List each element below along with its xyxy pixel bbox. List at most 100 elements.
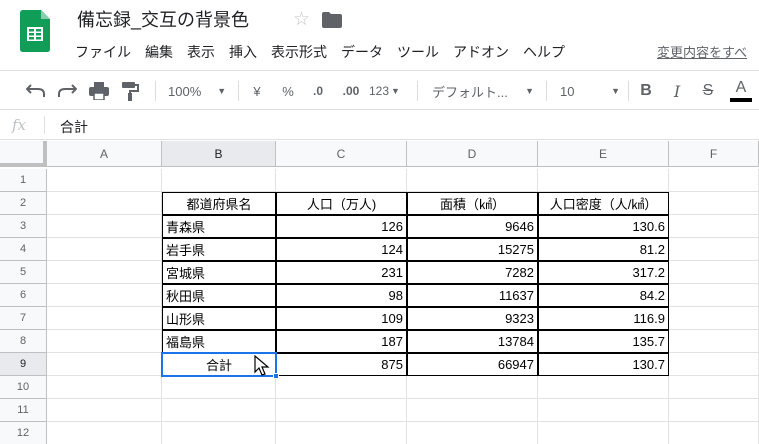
row-header[interactable]: 6: [0, 284, 47, 307]
cell[interactable]: [276, 399, 407, 422]
table-cell[interactable]: 秋田県: [162, 284, 276, 307]
row-header[interactable]: 7: [0, 307, 47, 330]
cell[interactable]: [538, 399, 669, 422]
cell[interactable]: [669, 215, 759, 238]
table-cell[interactable]: 187: [276, 330, 407, 353]
table-header-cell[interactable]: 人口密度（人/㎢）: [538, 192, 669, 215]
cell[interactable]: [669, 330, 759, 353]
folder-icon[interactable]: [322, 12, 342, 28]
cell[interactable]: [47, 238, 162, 261]
menu-item[interactable]: 表示: [180, 40, 222, 64]
table-cell[interactable]: 98: [276, 284, 407, 307]
table-cell[interactable]: 317.2: [538, 261, 669, 284]
cell[interactable]: [47, 169, 162, 192]
menu-item[interactable]: ヘルプ: [516, 40, 572, 64]
decrease-decimal-button[interactable]: .0: [306, 79, 330, 103]
cell[interactable]: [47, 307, 162, 330]
table-cell[interactable]: 116.9: [538, 307, 669, 330]
cell[interactable]: [162, 169, 276, 192]
column-header[interactable]: A: [47, 141, 162, 167]
star-icon[interactable]: ☆: [293, 8, 310, 31]
cell[interactable]: [669, 376, 759, 399]
row-header[interactable]: 5: [0, 261, 47, 284]
cell[interactable]: [669, 169, 759, 192]
table-cell[interactable]: 124: [276, 238, 407, 261]
table-header-cell[interactable]: 都道府県名: [162, 192, 276, 215]
cell[interactable]: [276, 422, 407, 444]
cell[interactable]: [276, 376, 407, 399]
menu-item[interactable]: ファイル: [68, 40, 138, 64]
table-cell[interactable]: 11637: [407, 284, 538, 307]
total-cell[interactable]: 66947: [407, 353, 538, 376]
font-size-select[interactable]: 10 ▼: [560, 79, 620, 103]
cell[interactable]: [669, 353, 759, 376]
table-cell[interactable]: 青森県: [162, 215, 276, 238]
zoom-select[interactable]: 100% ▼: [168, 79, 230, 103]
column-header[interactable]: C: [276, 141, 407, 167]
table-cell[interactable]: 宮城県: [162, 261, 276, 284]
table-header-cell[interactable]: 面積（㎢）: [407, 192, 538, 215]
percent-format-button[interactable]: %: [279, 79, 297, 103]
menu-item[interactable]: 表示形式: [264, 40, 334, 64]
cell[interactable]: [47, 192, 162, 215]
cell[interactable]: [47, 376, 162, 399]
table-cell[interactable]: 135.7: [538, 330, 669, 353]
menu-item[interactable]: 挿入: [222, 40, 264, 64]
table-cell[interactable]: 7282: [407, 261, 538, 284]
table-cell[interactable]: 231: [276, 261, 407, 284]
total-cell[interactable]: 875: [276, 353, 407, 376]
cell[interactable]: [669, 192, 759, 215]
menu-item[interactable]: ツール: [390, 40, 446, 64]
row-header[interactable]: 1: [0, 169, 47, 192]
cell[interactable]: [669, 422, 759, 444]
column-header[interactable]: B: [162, 141, 276, 167]
cell[interactable]: [407, 169, 538, 192]
cell[interactable]: [47, 422, 162, 444]
table-cell[interactable]: 15275: [407, 238, 538, 261]
table-cell[interactable]: 山形県: [162, 307, 276, 330]
redo-icon[interactable]: [55, 79, 79, 103]
row-header[interactable]: 10: [0, 376, 47, 399]
table-cell[interactable]: 福島県: [162, 330, 276, 353]
cell[interactable]: [669, 261, 759, 284]
italic-button[interactable]: I: [667, 79, 687, 103]
cell[interactable]: [47, 261, 162, 284]
cell[interactable]: [407, 399, 538, 422]
cell[interactable]: [407, 422, 538, 444]
table-cell[interactable]: 13784: [407, 330, 538, 353]
table-cell[interactable]: 岩手県: [162, 238, 276, 261]
increase-decimal-button[interactable]: .00: [338, 79, 364, 103]
menu-item[interactable]: 編集: [138, 40, 180, 64]
row-header[interactable]: 8: [0, 330, 47, 353]
cell[interactable]: [669, 307, 759, 330]
cell[interactable]: [162, 422, 276, 444]
table-cell[interactable]: 109: [276, 307, 407, 330]
fill-handle[interactable]: [273, 373, 279, 379]
cell[interactable]: [47, 330, 162, 353]
table-cell[interactable]: 84.2: [538, 284, 669, 307]
row-header[interactable]: 12: [0, 422, 47, 444]
select-all-corner[interactable]: [0, 141, 47, 167]
paint-format-icon[interactable]: [118, 79, 142, 103]
cell[interactable]: [669, 238, 759, 261]
table-cell[interactable]: 81.2: [538, 238, 669, 261]
menu-item[interactable]: アドオン: [446, 40, 516, 64]
table-cell[interactable]: 126: [276, 215, 407, 238]
cell[interactable]: [47, 284, 162, 307]
strikethrough-button[interactable]: S: [698, 79, 718, 103]
cell[interactable]: [276, 169, 407, 192]
row-header[interactable]: 11: [0, 399, 47, 422]
undo-icon[interactable]: [24, 79, 48, 103]
formula-input[interactable]: 合計: [60, 117, 88, 137]
cell[interactable]: [538, 376, 669, 399]
cell[interactable]: [162, 376, 276, 399]
menu-item[interactable]: データ: [334, 40, 390, 64]
column-header[interactable]: F: [669, 141, 759, 167]
cell[interactable]: [669, 399, 759, 422]
more-formats-button[interactable]: 123 ▼: [369, 79, 407, 103]
cell[interactable]: [47, 215, 162, 238]
cell[interactable]: [669, 284, 759, 307]
currency-format-button[interactable]: ¥: [248, 79, 266, 103]
text-color-button[interactable]: A: [730, 79, 752, 103]
table-cell[interactable]: 9646: [407, 215, 538, 238]
